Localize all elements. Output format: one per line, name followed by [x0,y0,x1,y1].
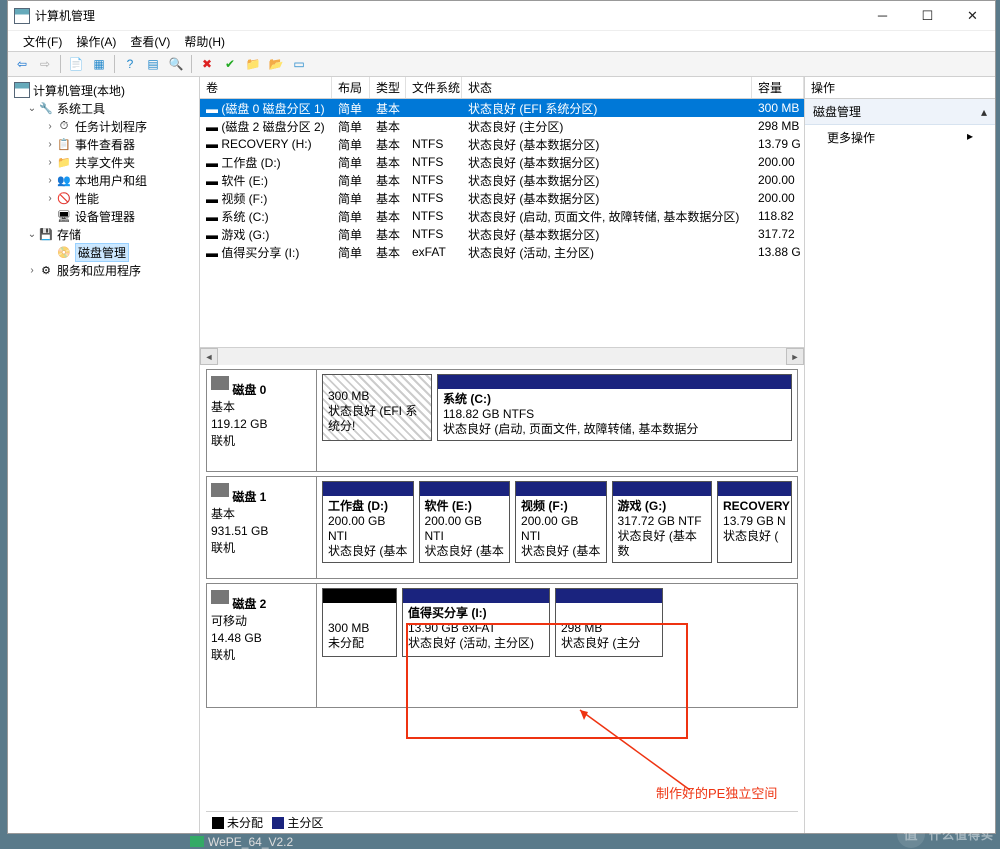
disk-1-row[interactable]: 磁盘 1 基本 931.51 GB 联机 工作盘 (D:)200.00 GB N… [206,476,798,579]
col-layout[interactable]: 布局 [332,77,370,98]
tree-shared-folders[interactable]: ›📁共享文件夹 [10,153,197,171]
folder-up-icon[interactable]: 📂 [266,54,286,74]
partition-recovery[interactable]: RECOVERY13.79 GB N状态良好 ( [717,481,792,563]
volume-row[interactable]: ▬ (磁盘 2 磁盘分区 2)简单基本状态良好 (主分区)298 MB [200,117,804,135]
tree-device-manager[interactable]: 🖥设备管理器 [10,207,197,225]
main-panel: 卷 布局 类型 文件系统 状态 容量 ▬ (磁盘 0 磁盘分区 1)简单基本状态… [200,77,805,833]
view-icon[interactable]: ▭ [289,54,309,74]
volume-row[interactable]: ▬ 工作盘 (D:)简单基本NTFS状态良好 (基本数据分区)200.00 [200,153,804,171]
app-icon [14,8,30,24]
partition-disk2-p2[interactable]: 298 MB状态良好 (主分 [555,588,663,657]
disk-1-info: 磁盘 1 基本 931.51 GB 联机 [207,477,317,578]
menu-file[interactable]: 文件(F) [18,33,67,50]
actions-category[interactable]: 磁盘管理▴ [805,99,995,125]
volume-row[interactable]: ▬ 视频 (F:)简单基本NTFS状态良好 (基本数据分区)200.00 [200,189,804,207]
volume-row[interactable]: ▬ 值得买分享 (I:)简单基本exFAT状态良好 (活动, 主分区)13.88… [200,243,804,261]
disk-icon [211,590,229,604]
partition-e[interactable]: 软件 (E:)200.00 GB NTI状态良好 (基本 [419,481,511,563]
tree-systools[interactable]: ⌄🔧系统工具 [10,99,197,117]
annotation-text: 制作好的PE独立空间 [656,783,777,802]
computer-management-window: 计算机管理 ─ ☐ ✕ 文件(F) 操作(A) 查看(V) 帮助(H) ⇦ ⇨ … [7,0,996,834]
volume-row[interactable]: ▬ 游戏 (G:)简单基本NTFS状态良好 (基本数据分区)317.72 [200,225,804,243]
disk-2-row[interactable]: 磁盘 2 可移动 14.48 GB 联机 300 MB未分配 值得买分享 (I:… [206,583,798,708]
volume-list[interactable]: 卷 布局 类型 文件系统 状态 容量 ▬ (磁盘 0 磁盘分区 1)简单基本状态… [200,77,804,365]
tree-event-viewer[interactable]: ›📋事件查看器 [10,135,197,153]
delete-icon[interactable]: ✖ [197,54,217,74]
minimize-button[interactable]: ─ [860,1,905,30]
partition-d[interactable]: 工作盘 (D:)200.00 GB NTI状态良好 (基本 [322,481,414,563]
navigation-tree[interactable]: 计算机管理(本地) ⌄🔧系统工具 ›⏱任务计划程序 ›📋事件查看器 ›📁共享文件… [8,77,200,833]
check-icon[interactable]: ✔ [220,54,240,74]
list-icon[interactable]: ▤ [143,54,163,74]
horizontal-scrollbar[interactable]: ◄ ► [200,347,804,365]
menu-view[interactable]: 查看(V) [125,33,175,50]
actions-more[interactable]: 更多操作▸ [805,125,995,150]
legend: 未分配 主分区 [206,811,798,833]
tree-storage[interactable]: ⌄💾存储 [10,225,197,243]
menubar: 文件(F) 操作(A) 查看(V) 帮助(H) [8,31,995,51]
partition-unallocated[interactable]: 300 MB未分配 [322,588,397,657]
scroll-left[interactable]: ◄ [200,348,218,365]
col-capacity[interactable]: 容量 [752,77,804,98]
search-icon[interactable]: 🔍 [166,54,186,74]
disk-0-row[interactable]: 磁盘 0 基本 119.12 GB 联机 300 MB 状态良好 (EFI 系统… [206,369,798,472]
watermark: 值什么值得买 [897,820,994,848]
tree-local-users[interactable]: ›👥本地用户和组 [10,171,197,189]
up-icon[interactable]: 📄 [66,54,86,74]
volume-row[interactable]: ▬ (磁盘 0 磁盘分区 1)简单基本状态良好 (EFI 系统分区)300 MB [200,99,804,117]
col-status[interactable]: 状态 [462,77,752,98]
partition-efi[interactable]: 300 MB 状态良好 (EFI 系统分! [322,374,432,441]
help-icon[interactable]: ? [120,54,140,74]
disk-2-info: 磁盘 2 可移动 14.48 GB 联机 [207,584,317,707]
partition-g[interactable]: 游戏 (G:)317.72 GB NTF状态良好 (基本数 [612,481,712,563]
disk-icon [211,483,229,497]
disk-icon [211,376,229,390]
back-button[interactable]: ⇦ [12,54,32,74]
actions-header: 操作 [805,77,995,99]
menu-action[interactable]: 操作(A) [71,33,121,50]
maximize-button[interactable]: ☐ [905,1,950,30]
forward-button[interactable]: ⇨ [35,54,55,74]
partition-f[interactable]: 视频 (F:)200.00 GB NTI状态良好 (基本 [515,481,607,563]
folder-icon[interactable]: 📁 [243,54,263,74]
scroll-right[interactable]: ► [786,348,804,365]
tree-task-scheduler[interactable]: ›⏱任务计划程序 [10,117,197,135]
close-button[interactable]: ✕ [950,1,995,30]
tree-performance[interactable]: ›🚫性能 [10,189,197,207]
col-filesystem[interactable]: 文件系统 [406,77,462,98]
col-type[interactable]: 类型 [370,77,406,98]
volume-headers[interactable]: 卷 布局 类型 文件系统 状态 容量 [200,77,804,99]
disk-layout-panel: 磁盘 0 基本 119.12 GB 联机 300 MB 状态良好 (EFI 系统… [200,365,804,833]
toolbar: ⇦ ⇨ 📄 ▦ ? ▤ 🔍 ✖ ✔ 📁 📂 ▭ [8,51,995,77]
titlebar[interactable]: 计算机管理 ─ ☐ ✕ [8,1,995,31]
window-title: 计算机管理 [35,7,860,24]
tree-root[interactable]: 计算机管理(本地) [10,81,197,99]
col-volume[interactable]: 卷 [200,77,332,98]
menu-help[interactable]: 帮助(H) [179,33,230,50]
tree-disk-management[interactable]: 📀磁盘管理 [10,243,197,261]
volume-row[interactable]: ▬ 软件 (E:)简单基本NTFS状态良好 (基本数据分区)200.00 [200,171,804,189]
disk-0-info: 磁盘 0 基本 119.12 GB 联机 [207,370,317,471]
taskbar-item[interactable]: WePE_64_V2.2 [190,835,293,848]
actions-panel: 操作 磁盘管理▴ 更多操作▸ [805,77,995,833]
tree-services-apps[interactable]: ›⚙服务和应用程序 [10,261,197,279]
volume-row[interactable]: ▬ 系统 (C:)简单基本NTFS状态良好 (启动, 页面文件, 故障转储, 基… [200,207,804,225]
volume-row[interactable]: ▬ RECOVERY (H:)简单基本NTFS状态良好 (基本数据分区)13.7… [200,135,804,153]
grid-icon[interactable]: ▦ [89,54,109,74]
partition-c[interactable]: 系统 (C:) 118.82 GB NTFS 状态良好 (启动, 页面文件, 故… [437,374,792,441]
partition-i[interactable]: 值得买分享 (I:)13.90 GB exFAT状态良好 (活动, 主分区) [402,588,550,657]
